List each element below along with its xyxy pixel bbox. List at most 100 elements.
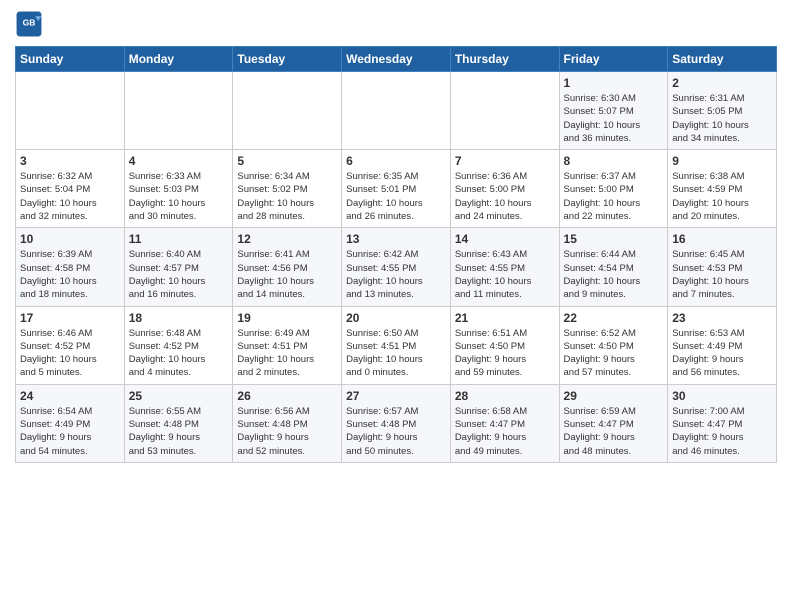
day-info: Sunrise: 6:37 AM Sunset: 5:00 PM Dayligh… bbox=[564, 170, 664, 223]
calendar-cell: 3 Sunrise: 6:32 AM Sunset: 5:04 PM Daylig… bbox=[16, 150, 125, 228]
day-info: Sunrise: 6:33 AM Sunset: 5:03 PM Dayligh… bbox=[129, 170, 229, 223]
calendar-cell: 21 Sunrise: 6:51 AM Sunset: 4:50 PM Dayli… bbox=[450, 306, 559, 384]
day-number: 25 bbox=[129, 389, 229, 403]
day-info: Sunrise: 6:52 AM Sunset: 4:50 PM Dayligh… bbox=[564, 327, 664, 380]
day-header-friday: Friday bbox=[559, 47, 668, 72]
day-number: 1 bbox=[564, 76, 664, 90]
day-number: 4 bbox=[129, 154, 229, 168]
day-info: Sunrise: 6:51 AM Sunset: 4:50 PM Dayligh… bbox=[455, 327, 555, 380]
calendar-body: 1Sunrise: 6:30 AM Sunset: 5:07 PM Daylig… bbox=[16, 72, 777, 463]
day-number: 8 bbox=[564, 154, 664, 168]
calendar-cell: 19 Sunrise: 6:49 AM Sunset: 4:51 PM Dayli… bbox=[233, 306, 342, 384]
calendar-cell bbox=[342, 72, 451, 150]
day-info: Sunrise: 6:38 AM Sunset: 4:59 PM Dayligh… bbox=[672, 170, 772, 223]
day-info: Sunrise: 6:59 AM Sunset: 4:47 PM Dayligh… bbox=[564, 405, 664, 458]
calendar-cell: 17 Sunrise: 6:46 AM Sunset: 4:52 PM Dayli… bbox=[16, 306, 125, 384]
day-info: Sunrise: 6:31 AM Sunset: 5:05 PM Dayligh… bbox=[672, 92, 772, 145]
day-info: Sunrise: 6:32 AM Sunset: 5:04 PM Dayligh… bbox=[20, 170, 120, 223]
header: GB bbox=[15, 10, 777, 38]
calendar-cell: 2 Sunrise: 6:31 AM Sunset: 5:05 PM Daylig… bbox=[668, 72, 777, 150]
calendar-cell: 9 Sunrise: 6:38 AM Sunset: 4:59 PM Daylig… bbox=[668, 150, 777, 228]
day-info: Sunrise: 6:57 AM Sunset: 4:48 PM Dayligh… bbox=[346, 405, 446, 458]
calendar-page: GB SundayMondayTuesdayWednesdayThursdayF… bbox=[0, 0, 792, 478]
day-number: 24 bbox=[20, 389, 120, 403]
day-info: Sunrise: 6:41 AM Sunset: 4:56 PM Dayligh… bbox=[237, 248, 337, 301]
calendar-cell bbox=[16, 72, 125, 150]
day-info: Sunrise: 6:54 AM Sunset: 4:49 PM Dayligh… bbox=[20, 405, 120, 458]
calendar-cell: 26 Sunrise: 6:56 AM Sunset: 4:48 PM Dayli… bbox=[233, 384, 342, 462]
svg-text:GB: GB bbox=[23, 18, 36, 28]
day-number: 9 bbox=[672, 154, 772, 168]
day-header-wednesday: Wednesday bbox=[342, 47, 451, 72]
calendar-cell: 1Sunrise: 6:30 AM Sunset: 5:07 PM Daylig… bbox=[559, 72, 668, 150]
day-info: Sunrise: 6:50 AM Sunset: 4:51 PM Dayligh… bbox=[346, 327, 446, 380]
day-number: 26 bbox=[237, 389, 337, 403]
day-number: 12 bbox=[237, 232, 337, 246]
day-info: Sunrise: 6:56 AM Sunset: 4:48 PM Dayligh… bbox=[237, 405, 337, 458]
day-info: Sunrise: 6:39 AM Sunset: 4:58 PM Dayligh… bbox=[20, 248, 120, 301]
calendar-cell: 5 Sunrise: 6:34 AM Sunset: 5:02 PM Daylig… bbox=[233, 150, 342, 228]
calendar-cell: 4 Sunrise: 6:33 AM Sunset: 5:03 PM Daylig… bbox=[124, 150, 233, 228]
calendar-cell: 11 Sunrise: 6:40 AM Sunset: 4:57 PM Dayli… bbox=[124, 228, 233, 306]
day-number: 27 bbox=[346, 389, 446, 403]
day-info: Sunrise: 6:55 AM Sunset: 4:48 PM Dayligh… bbox=[129, 405, 229, 458]
day-header-sunday: Sunday bbox=[16, 47, 125, 72]
day-number: 23 bbox=[672, 311, 772, 325]
calendar-cell: 7 Sunrise: 6:36 AM Sunset: 5:00 PM Daylig… bbox=[450, 150, 559, 228]
day-number: 7 bbox=[455, 154, 555, 168]
day-info: Sunrise: 6:36 AM Sunset: 5:00 PM Dayligh… bbox=[455, 170, 555, 223]
day-number: 17 bbox=[20, 311, 120, 325]
calendar-cell: 23Sunrise: 6:53 AM Sunset: 4:49 PM Dayli… bbox=[668, 306, 777, 384]
day-info: Sunrise: 6:34 AM Sunset: 5:02 PM Dayligh… bbox=[237, 170, 337, 223]
calendar-cell: 14Sunrise: 6:43 AM Sunset: 4:55 PM Dayli… bbox=[450, 228, 559, 306]
calendar-cell: 30 Sunrise: 7:00 AM Sunset: 4:47 PM Dayli… bbox=[668, 384, 777, 462]
calendar-cell: 13 Sunrise: 6:42 AM Sunset: 4:55 PM Dayli… bbox=[342, 228, 451, 306]
day-info: Sunrise: 6:58 AM Sunset: 4:47 PM Dayligh… bbox=[455, 405, 555, 458]
day-info: Sunrise: 6:49 AM Sunset: 4:51 PM Dayligh… bbox=[237, 327, 337, 380]
calendar-cell bbox=[233, 72, 342, 150]
calendar-cell: 24 Sunrise: 6:54 AM Sunset: 4:49 PM Dayli… bbox=[16, 384, 125, 462]
calendar-week-4: 17 Sunrise: 6:46 AM Sunset: 4:52 PM Dayli… bbox=[16, 306, 777, 384]
day-number: 28 bbox=[455, 389, 555, 403]
day-header-thursday: Thursday bbox=[450, 47, 559, 72]
calendar-week-2: 3 Sunrise: 6:32 AM Sunset: 5:04 PM Daylig… bbox=[16, 150, 777, 228]
logo-icon: GB bbox=[15, 10, 43, 38]
day-number: 21 bbox=[455, 311, 555, 325]
day-info: Sunrise: 6:48 AM Sunset: 4:52 PM Dayligh… bbox=[129, 327, 229, 380]
day-info: Sunrise: 6:46 AM Sunset: 4:52 PM Dayligh… bbox=[20, 327, 120, 380]
day-number: 3 bbox=[20, 154, 120, 168]
logo: GB bbox=[15, 10, 46, 38]
day-info: Sunrise: 6:43 AM Sunset: 4:55 PM Dayligh… bbox=[455, 248, 555, 301]
calendar-week-3: 10 Sunrise: 6:39 AM Sunset: 4:58 PM Dayli… bbox=[16, 228, 777, 306]
calendar-cell: 27 Sunrise: 6:57 AM Sunset: 4:48 PM Dayli… bbox=[342, 384, 451, 462]
day-info: Sunrise: 6:44 AM Sunset: 4:54 PM Dayligh… bbox=[564, 248, 664, 301]
calendar-cell: 20Sunrise: 6:50 AM Sunset: 4:51 PM Dayli… bbox=[342, 306, 451, 384]
day-number: 6 bbox=[346, 154, 446, 168]
day-number: 10 bbox=[20, 232, 120, 246]
day-header-saturday: Saturday bbox=[668, 47, 777, 72]
calendar-week-1: 1Sunrise: 6:30 AM Sunset: 5:07 PM Daylig… bbox=[16, 72, 777, 150]
day-number: 2 bbox=[672, 76, 772, 90]
day-header-monday: Monday bbox=[124, 47, 233, 72]
day-info: Sunrise: 7:00 AM Sunset: 4:47 PM Dayligh… bbox=[672, 405, 772, 458]
day-number: 11 bbox=[129, 232, 229, 246]
calendar-cell: 28 Sunrise: 6:58 AM Sunset: 4:47 PM Dayli… bbox=[450, 384, 559, 462]
day-number: 30 bbox=[672, 389, 772, 403]
day-number: 13 bbox=[346, 232, 446, 246]
day-header-tuesday: Tuesday bbox=[233, 47, 342, 72]
calendar-cell: 6 Sunrise: 6:35 AM Sunset: 5:01 PM Daylig… bbox=[342, 150, 451, 228]
calendar-cell: 15Sunrise: 6:44 AM Sunset: 4:54 PM Dayli… bbox=[559, 228, 668, 306]
day-info: Sunrise: 6:42 AM Sunset: 4:55 PM Dayligh… bbox=[346, 248, 446, 301]
calendar-cell: 22 Sunrise: 6:52 AM Sunset: 4:50 PM Dayli… bbox=[559, 306, 668, 384]
day-number: 29 bbox=[564, 389, 664, 403]
calendar-cell: 29 Sunrise: 6:59 AM Sunset: 4:47 PM Dayli… bbox=[559, 384, 668, 462]
day-info: Sunrise: 6:40 AM Sunset: 4:57 PM Dayligh… bbox=[129, 248, 229, 301]
day-number: 22 bbox=[564, 311, 664, 325]
calendar-header-row: SundayMondayTuesdayWednesdayThursdayFrid… bbox=[16, 47, 777, 72]
day-number: 16 bbox=[672, 232, 772, 246]
calendar-cell bbox=[450, 72, 559, 150]
day-info: Sunrise: 6:35 AM Sunset: 5:01 PM Dayligh… bbox=[346, 170, 446, 223]
day-number: 5 bbox=[237, 154, 337, 168]
day-number: 19 bbox=[237, 311, 337, 325]
calendar-cell: 25 Sunrise: 6:55 AM Sunset: 4:48 PM Dayli… bbox=[124, 384, 233, 462]
